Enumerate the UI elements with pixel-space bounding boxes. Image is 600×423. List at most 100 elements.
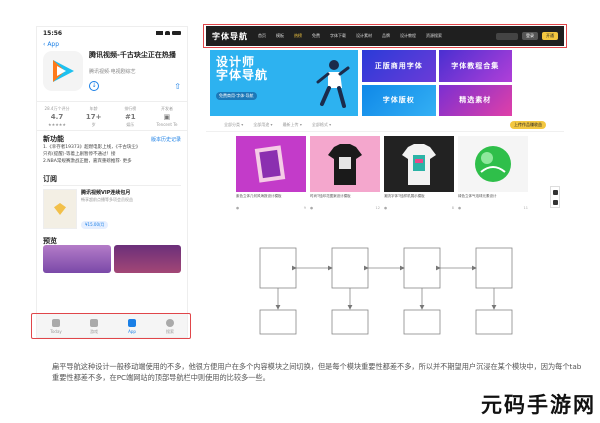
site-watermark: 元码手游网 bbox=[481, 393, 596, 417]
stat-developer: 开发者 ▣ Tencent Te bbox=[153, 106, 181, 127]
product-views: 11 bbox=[523, 206, 528, 210]
product-views: 9 bbox=[303, 206, 306, 210]
subscription-price-button[interactable]: ¥15.00/月 bbox=[81, 221, 109, 229]
filter-bar: 全部分类 全部用途 最新上传 全部格式 上传作品赚收益 bbox=[206, 118, 564, 132]
version-history-link[interactable]: 版本历史记录 bbox=[151, 136, 181, 143]
product-image bbox=[458, 136, 528, 192]
stat-caption: 娱乐 bbox=[126, 122, 135, 127]
product-card[interactable]: 时尚T恤印花图案设计模板 ● 12 bbox=[310, 136, 380, 210]
stat-value: 17+ bbox=[85, 113, 102, 121]
author-avatar-icon: ● bbox=[310, 206, 314, 210]
news-line: 1.《幸存者19373》超燃电影上线，《千古玦尘》 bbox=[43, 145, 141, 150]
download-cloud-icon[interactable]: ↓ bbox=[89, 81, 99, 91]
preview-image[interactable] bbox=[43, 245, 111, 273]
diagram-page-box bbox=[259, 309, 297, 335]
feature-tile[interactable]: 正版商用字体 bbox=[362, 50, 436, 82]
stat-caption: 岁 bbox=[91, 122, 96, 127]
diagram-module-box bbox=[259, 247, 297, 289]
system-icons bbox=[156, 31, 181, 35]
product-caption: 潮流字体T恤样机展示模板 bbox=[384, 194, 425, 198]
stat-rating: 28.4万个评分 4.7 ★★★★★ bbox=[43, 106, 71, 127]
flat-nav-diagram bbox=[259, 247, 513, 335]
author-avatar-icon: ● bbox=[236, 206, 240, 210]
product-image bbox=[236, 136, 306, 192]
wifi-icon bbox=[165, 31, 170, 35]
subscription-meta: 腾讯视频VIP连续包月 畅享超前点播等多项会员权益 ¥15.00/月 bbox=[81, 189, 181, 231]
product-image bbox=[310, 136, 380, 192]
upload-button[interactable]: 上传作品赚收益 bbox=[510, 120, 546, 129]
diagram-page-box bbox=[331, 309, 369, 335]
green-sphere-icon bbox=[475, 146, 511, 182]
product-caption: 时尚T恤印花图案设计模板 bbox=[310, 194, 351, 198]
news-line: 2.NBA常规赛激战正酣，嘉宾重磅推荐· 更多 bbox=[43, 159, 132, 164]
diagram-page-box bbox=[403, 309, 441, 335]
developer-icon: ▣ bbox=[163, 113, 171, 121]
running-figure-icon bbox=[316, 60, 350, 108]
author-avatar-icon: ● bbox=[458, 206, 462, 210]
feature-tile[interactable]: 字体版权 bbox=[362, 84, 436, 116]
product-card[interactable]: 绿色立体气泡球元素设计 ● 11 bbox=[458, 136, 528, 210]
diagram-module-box bbox=[403, 247, 441, 289]
navbar-highlight-box bbox=[203, 24, 567, 48]
filter-dropdown[interactable]: 全部分类 bbox=[224, 122, 243, 128]
feature-tile[interactable]: 精选素材 bbox=[438, 84, 512, 116]
filter-dropdown[interactable]: 全部格式 bbox=[312, 122, 331, 128]
floating-toolbar bbox=[550, 186, 560, 208]
product-meta: ● 11 bbox=[458, 206, 528, 210]
subscription-title: 订阅 bbox=[43, 175, 57, 183]
filter-dropdown[interactable]: 全部用途 bbox=[253, 122, 272, 128]
tshirt-icon bbox=[328, 144, 362, 185]
subscription-header: 订阅 bbox=[37, 171, 187, 183]
wechat-icon[interactable] bbox=[552, 189, 558, 195]
app-header: 腾讯视频-千古玦尘正在热播 腾讯视频·电视剧综艺 ↓ ⇧ bbox=[37, 49, 187, 101]
subscription-name: 腾讯视频VIP连续包月 bbox=[81, 190, 131, 196]
product-meta: ● 9 bbox=[236, 206, 306, 210]
news-title: 新功能 bbox=[43, 135, 64, 143]
battery-icon bbox=[172, 31, 181, 35]
back-label: App bbox=[47, 41, 60, 48]
app-meta: 腾讯视频-千古玦尘正在热播 腾讯视频·电视剧综艺 ↓ ⇧ bbox=[89, 51, 181, 99]
preview-header: 预览 bbox=[37, 233, 187, 245]
subscription-desc: 畅享超前点播等多项会员权益 bbox=[81, 197, 133, 202]
author-avatar-icon: ● bbox=[384, 206, 388, 210]
subscription-card[interactable]: 腾讯视频VIP连续包月 畅享超前点播等多项会员权益 ¥15.00/月 bbox=[43, 185, 181, 231]
app-actions: ↓ ⇧ bbox=[89, 81, 181, 91]
product-card[interactable]: 紫色立体几何风海报设计模板 ● 9 bbox=[236, 136, 306, 210]
diamond-icon bbox=[54, 203, 66, 215]
signal-icon bbox=[156, 31, 163, 35]
status-bar: 15:56 bbox=[37, 27, 187, 39]
feature-tile[interactable]: 字体教程合集 bbox=[438, 50, 512, 82]
product-image bbox=[384, 136, 454, 192]
news-header: 新功能 版本历史记录 bbox=[37, 131, 187, 143]
stat-label: 年龄 bbox=[89, 106, 98, 111]
filter-dropdown[interactable]: 最新上传 bbox=[283, 122, 302, 128]
status-time: 15:56 bbox=[43, 29, 63, 37]
hero-subtitle: 免费商用·字体·导航 bbox=[216, 92, 257, 100]
news-line: 只有(提醒)·等着上剧暂停不通过！接 bbox=[43, 152, 116, 157]
vip-thumbnail bbox=[43, 189, 77, 229]
app-stats: 28.4万个评分 4.7 ★★★★★ 年龄 17+ 岁 排行榜 #1 娱乐 开发者 ▣ Tenc… bbox=[37, 101, 187, 131]
app-subtitle: 腾讯视频·电视剧综艺 bbox=[89, 69, 136, 75]
product-grid: 紫色立体几何风海报设计模板 ● 9 时尚T恤印花图案设计模板 ● 12 潮流字体T恤… bbox=[206, 132, 564, 210]
stat-rank: 排行榜 #1 娱乐 bbox=[116, 106, 144, 127]
preview-strip bbox=[37, 245, 187, 273]
product-card[interactable]: 潮流字体T恤样机展示模板 ● 8 bbox=[384, 136, 454, 210]
website-screenshot: 字体导航 首页 模板 热榜 免费 字体下载 设计素材 品牌 设计教程 资源搜索 … bbox=[206, 26, 564, 226]
stat-caption: Tencent Te bbox=[156, 122, 178, 127]
app-title: 腾讯视频-千古玦尘正在热播 bbox=[89, 51, 176, 59]
product-views: 8 bbox=[451, 206, 454, 210]
product-views: 12 bbox=[375, 206, 380, 210]
preview-image[interactable] bbox=[113, 245, 181, 273]
tshirt-mockup-icon bbox=[402, 144, 436, 185]
stat-value: #1 bbox=[124, 113, 136, 121]
share-icon[interactable]: ⇧ bbox=[174, 82, 181, 91]
back-to-top-icon[interactable] bbox=[552, 199, 558, 205]
stat-label: 28.4万个评分 bbox=[44, 106, 70, 111]
product-caption: 紫色立体几何风海报设计模板 bbox=[236, 194, 282, 198]
stat-value: 4.7 bbox=[50, 113, 64, 121]
hero-banner[interactable]: 设计师 字体导航 免费商用·字体·导航 bbox=[210, 50, 358, 116]
diagram-module-box bbox=[475, 247, 513, 289]
banner: 设计师 字体导航 免费商用·字体·导航 正版商用字体 字体教程合集 字体版权 精… bbox=[206, 46, 564, 118]
back-button[interactable]: ‹ App bbox=[37, 39, 187, 49]
stat-label: 开发者 bbox=[160, 106, 173, 111]
